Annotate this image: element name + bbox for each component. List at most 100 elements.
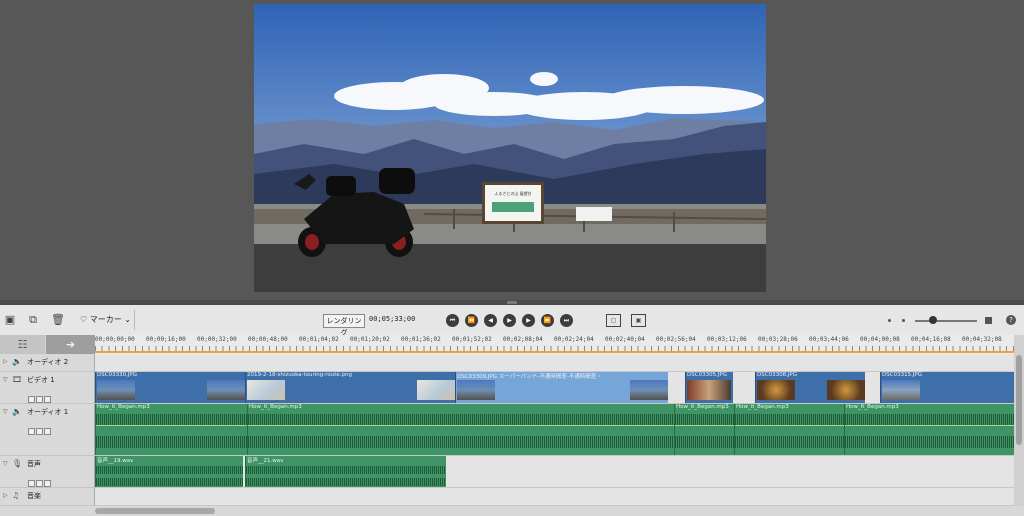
music-note-icon[interactable]: ♫ [12, 491, 19, 500]
waveform [246, 478, 446, 486]
collapse-icon[interactable]: ▽ [3, 408, 8, 415]
clip-thumbnail [687, 380, 731, 400]
track-name: ビデオ 1 [27, 376, 55, 384]
go-to-start-icon[interactable]: ⏮ [446, 314, 459, 327]
speaker-icon[interactable]: 🔈 [12, 357, 22, 366]
next-edit-icon[interactable]: ⏩ [541, 314, 554, 327]
track-voice[interactable]: 音声__19.wav 音声__21.wav [95, 456, 1014, 488]
zoom-out-icon[interactable] [888, 319, 891, 322]
render-button[interactable]: レンダリング [323, 314, 365, 337]
time-ruler[interactable]: 00;00;00;00 00;00;16;00 00;00;32;00 00;0… [95, 335, 1014, 354]
marker-dropdown[interactable]: ♡ マーカー ⌄ [80, 314, 131, 325]
waveform [248, 436, 674, 448]
expand-icon[interactable]: ▷ [3, 358, 8, 365]
mute-icon[interactable] [36, 428, 43, 435]
waveform [96, 478, 243, 486]
clip-thumbnail [207, 380, 245, 400]
step-back-icon[interactable]: ◀ [484, 314, 497, 327]
zoom-dot-icon [902, 319, 905, 322]
volume-line [845, 425, 1014, 426]
trash-icon[interactable]: 🗑 [51, 313, 65, 326]
lock-icon[interactable] [28, 396, 35, 403]
mute-icon[interactable] [36, 480, 43, 487]
collapse-icon[interactable]: ▽ [3, 460, 8, 467]
sync-icon[interactable] [44, 396, 51, 403]
clip-thumbnail [97, 380, 135, 400]
track-audio1[interactable]: How_it_Began.mp3 How_it_Began.mp3 How_it… [95, 404, 1014, 456]
external-monitor-icon[interactable]: ▣ [631, 314, 646, 327]
fullscreen-monitor-icon[interactable]: ▢ [606, 314, 621, 327]
speaker-icon[interactable]: 🔈 [12, 407, 22, 416]
sync-icon[interactable] [44, 428, 51, 435]
expand-icon[interactable]: ▷ [3, 492, 8, 499]
clip-title: 音声__19.wav [97, 458, 134, 464]
track-header-audio1[interactable]: ▽ 🔈 オーディオ 1 [0, 404, 95, 456]
clip-title: How_it_Began.mp3 [736, 404, 789, 410]
track-name: オーディオ 2 [27, 358, 69, 366]
vertical-scrollbar[interactable] [1014, 335, 1024, 506]
audio-clip[interactable]: How_it_Began.mp3 [674, 404, 734, 455]
sign-text: ふるさとの山 展望台 [494, 190, 531, 196]
zoom-slider-thumb[interactable] [929, 316, 937, 324]
track-video1[interactable]: DSC03330.JPG 2019-2-18-shizuoka-touring-… [95, 372, 1014, 404]
collapse-icon[interactable]: ▽ [3, 376, 8, 383]
track-header-music[interactable]: ▷ ♫ 音楽 [0, 488, 95, 506]
voice-clip[interactable]: 音声__19.wav [95, 456, 243, 487]
horizontal-scrollbar-thumb[interactable] [95, 508, 215, 514]
audio-clip[interactable]: How_it_Began.mp3 [734, 404, 844, 455]
video-clip[interactable]: DSC03315.JPG [880, 372, 1014, 403]
audio-clip[interactable]: How_it_Began.mp3 [844, 404, 1014, 455]
clip-title: 2019-2-18-shizuoka-touring-route.png [247, 372, 353, 378]
ruler-tick-label: 00;04;32;08 [962, 336, 1002, 343]
timecode-display[interactable]: 00;05;33;00 [369, 315, 415, 323]
microphone-icon[interactable]: 🎙 [12, 459, 22, 468]
eye-icon[interactable] [36, 396, 43, 403]
video-clip-selected[interactable]: DSC03309.JPG スーパーバンド-不通時間差-不通時間差・ [455, 372, 668, 403]
volume-line [675, 425, 734, 426]
ruler-tick-label: 00;03;12;06 [707, 336, 747, 343]
video-clip[interactable]: 2019-2-18-shizuoka-touring-route.png [245, 372, 455, 403]
monitor-panel: ふるさとの山 展望台 [0, 0, 1024, 303]
film-icon[interactable]: 🎞 [12, 375, 22, 384]
track-header-voice[interactable]: ▽ 🎙 音声 [0, 456, 95, 488]
track-settings-icon[interactable]: ☷ [0, 335, 45, 354]
video-clip[interactable]: DSC03308.JPG [755, 372, 865, 403]
volume-line [96, 425, 247, 426]
track-buttons [28, 420, 52, 439]
video-clip[interactable]: DSC03305.JPG [685, 372, 733, 403]
clip-thumbnail [827, 380, 865, 400]
ruler-tick-label: 00;01;20;02 [350, 336, 390, 343]
audio-clip[interactable]: How_it_Began.mp3 [247, 404, 674, 455]
track-header-video1[interactable]: ▽ 🎞 ビデオ 1 [0, 372, 95, 404]
track-audio2[interactable] [95, 354, 1014, 372]
copy-icon[interactable]: ⧉ [26, 313, 40, 326]
toolbar-divider [134, 310, 135, 330]
vertical-scrollbar-thumb[interactable] [1016, 355, 1022, 445]
previous-edit-icon[interactable]: ⏪ [465, 314, 478, 327]
go-to-end-icon[interactable]: ⏭ [560, 314, 573, 327]
chevron-down-icon: ⌄ [124, 315, 131, 324]
audio-clip[interactable]: How_it_Began.mp3 [95, 404, 247, 455]
lock-icon[interactable] [28, 428, 35, 435]
clip-title: How_it_Began.mp3 [97, 404, 150, 410]
sync-icon[interactable] [44, 480, 51, 487]
track-music[interactable] [95, 488, 1014, 506]
voice-clip[interactable]: 音声__21.wav [245, 456, 446, 487]
track-header-audio2[interactable]: ▷ 🔈 オーディオ 2 [0, 354, 95, 372]
zoom-in-icon[interactable] [985, 317, 992, 324]
zoom-slider-track[interactable] [915, 320, 977, 322]
ruler-tick-label: 00;01;04;02 [299, 336, 339, 343]
ruler-tick-label: 00;02;24;04 [554, 336, 594, 343]
video-preview[interactable]: ふるさとの山 展望台 [254, 4, 766, 292]
help-icon[interactable]: ? [1006, 315, 1016, 325]
lock-icon[interactable] [28, 480, 35, 487]
play-icon[interactable]: ▶ [503, 314, 516, 327]
step-forward-icon[interactable]: ▶ [522, 314, 535, 327]
ruler-tick-label: 00;03;44;06 [809, 336, 849, 343]
work-area-bar[interactable] [95, 351, 1014, 353]
horizontal-scrollbar[interactable] [0, 506, 1024, 516]
ruler-tick-label: 00;00;16;00 [146, 336, 186, 343]
video-clip[interactable]: DSC03330.JPG [95, 372, 245, 403]
snap-icon[interactable]: ➜ [46, 335, 95, 354]
add-media-icon[interactable]: ▣ [3, 313, 17, 326]
